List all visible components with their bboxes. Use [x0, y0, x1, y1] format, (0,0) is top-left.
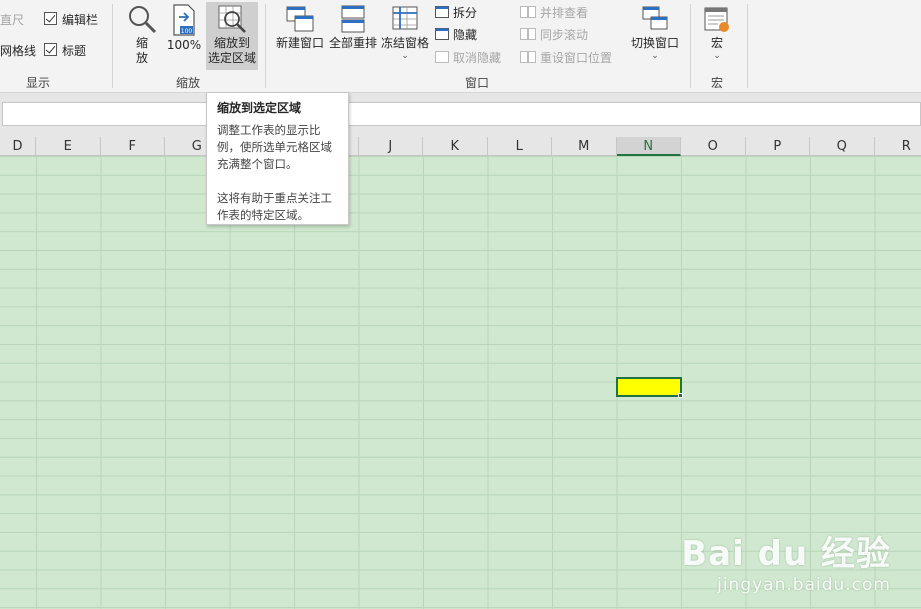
unhide-button[interactable]: 取消隐藏 — [435, 47, 501, 67]
zoom-label-1: 缩 — [135, 36, 148, 50]
headings-label[interactable]: 标题 — [62, 42, 86, 59]
chevron-down-icon: ⌄ — [713, 51, 721, 61]
macro-button[interactable]: 宏 ⌄ — [700, 2, 734, 70]
ruler-label[interactable]: 直尺 — [0, 11, 24, 28]
formula-bar-checkbox[interactable] — [44, 12, 57, 25]
zoom-100-icon: 100 — [173, 4, 195, 36]
zoom-selection-label-2: 选定区域 — [207, 51, 256, 65]
zoom-label-2: 放 — [135, 51, 148, 65]
window-group-label: 窗口 — [465, 76, 490, 90]
column-header-r[interactable]: R — [875, 137, 921, 156]
sync-scroll-button[interactable]: 同步滚动 — [520, 24, 588, 44]
chevron-down-icon: ⌄ — [401, 51, 409, 61]
sync-scroll-icon — [520, 28, 536, 40]
new-window-icon — [286, 6, 314, 32]
formula-input[interactable] — [2, 102, 921, 126]
column-header-p[interactable]: P — [746, 137, 810, 156]
freeze-panes-label: 冻结窗格 — [380, 36, 429, 50]
column-headers: DEFGHIJKLMNOPQR — [0, 137, 921, 156]
freeze-panes-icon — [392, 6, 418, 30]
active-cell[interactable] — [616, 377, 682, 397]
chevron-down-icon: ⌄ — [651, 51, 659, 61]
column-header-n[interactable]: N — [616, 137, 681, 156]
tooltip-line: 充满整个窗口。 — [217, 157, 298, 171]
switch-windows-label: 切换窗口 — [630, 36, 679, 50]
svg-text:100: 100 — [181, 28, 193, 35]
split-icon — [435, 6, 449, 18]
group-separator — [265, 4, 266, 88]
sync-scroll-label: 同步滚动 — [540, 27, 589, 42]
arrange-all-label: 全部重排 — [328, 36, 377, 50]
zoom-selection-label-1: 缩放到 — [213, 36, 250, 50]
zoom-selection-icon — [218, 5, 246, 33]
side-by-side-label: 并排查看 — [540, 5, 589, 20]
macro-icon — [704, 7, 729, 32]
hide-icon — [435, 28, 449, 40]
freeze-panes-button[interactable]: 冻结窗格 ⌄ — [380, 2, 430, 70]
zoom-to-selection-button[interactable]: 缩放到 选定区域 — [206, 2, 258, 70]
macro-group-label: 宏 — [711, 76, 724, 90]
column-header-o[interactable]: O — [681, 137, 746, 156]
switch-windows-icon — [642, 6, 668, 30]
reset-position-label: 重设窗口位置 — [540, 50, 613, 65]
reset-position-button[interactable]: 重设窗口位置 — [520, 47, 612, 67]
fill-handle[interactable] — [678, 393, 683, 398]
tooltip-line: 作表的特定区域。 — [217, 208, 309, 222]
headings-checkbox[interactable] — [44, 43, 57, 56]
column-header-f[interactable]: F — [101, 137, 165, 156]
zoom-button[interactable]: 缩 放 — [122, 2, 162, 70]
arrange-all-icon — [341, 5, 365, 33]
ribbon: 直尺 编辑栏 网格线 标题 显示 缩 放 100 100% 缩放到 选定区域 缩 — [0, 0, 921, 93]
tooltip-description: 调整工作表的显示比 例，使所选单元格区域 充满整个窗口。 这将有助于重点关注工 … — [217, 122, 338, 224]
group-separator — [690, 4, 691, 88]
tooltip-line: 调整工作表的显示比 — [217, 123, 321, 137]
view-side-by-side-button[interactable]: 并排查看 — [520, 2, 588, 22]
split-label: 拆分 — [453, 5, 478, 20]
new-window-label: 新建窗口 — [275, 36, 324, 50]
column-header-q[interactable]: Q — [810, 137, 875, 156]
macro-label: 宏 — [710, 36, 723, 50]
reset-position-icon — [520, 51, 536, 63]
unhide-label: 取消隐藏 — [453, 50, 502, 65]
zoom-group-label: 缩放 — [176, 76, 201, 90]
column-header-k[interactable]: K — [423, 137, 488, 156]
watermark: Bai du 经验 jingyan.baidu.com — [681, 526, 891, 595]
unhide-icon — [435, 51, 449, 63]
magnifier-icon — [129, 6, 157, 34]
tooltip-line: 这将有助于重点关注工 — [217, 191, 332, 205]
zoom-100-label: 100% — [166, 38, 202, 52]
watermark-brand: Bai du 经验 — [681, 534, 891, 574]
formula-bar-label[interactable]: 编辑栏 — [62, 11, 98, 28]
tooltip-title: 缩放到选定区域 — [217, 101, 302, 115]
side-by-side-icon — [520, 6, 536, 18]
split-button[interactable]: 拆分 — [435, 2, 477, 22]
arrange-all-button[interactable]: 全部重排 — [327, 2, 379, 70]
zoom-selection-tooltip: 缩放到选定区域 调整工作表的显示比 例，使所选单元格区域 充满整个窗口。 这将有… — [206, 92, 349, 225]
new-window-button[interactable]: 新建窗口 — [274, 2, 326, 70]
column-header-m[interactable]: M — [552, 137, 617, 156]
hide-label: 隐藏 — [453, 27, 478, 42]
gridlines-label[interactable]: 网格线 — [0, 42, 36, 59]
group-separator — [747, 4, 748, 88]
group-separator — [112, 4, 113, 88]
show-group-label: 显示 — [26, 76, 51, 90]
zoom-100-button[interactable]: 100 100% — [166, 2, 202, 70]
tooltip-line: 例，使所选单元格区域 — [217, 140, 332, 154]
column-header-l[interactable]: L — [488, 137, 552, 156]
switch-windows-button[interactable]: 切换窗口 ⌄ — [628, 2, 682, 70]
column-header-j[interactable]: J — [359, 137, 423, 156]
column-header-e[interactable]: E — [36, 137, 101, 156]
watermark-url: jingyan.baidu.com — [717, 575, 891, 595]
hide-button[interactable]: 隐藏 — [435, 24, 477, 44]
column-header-d[interactable]: D — [0, 137, 36, 156]
